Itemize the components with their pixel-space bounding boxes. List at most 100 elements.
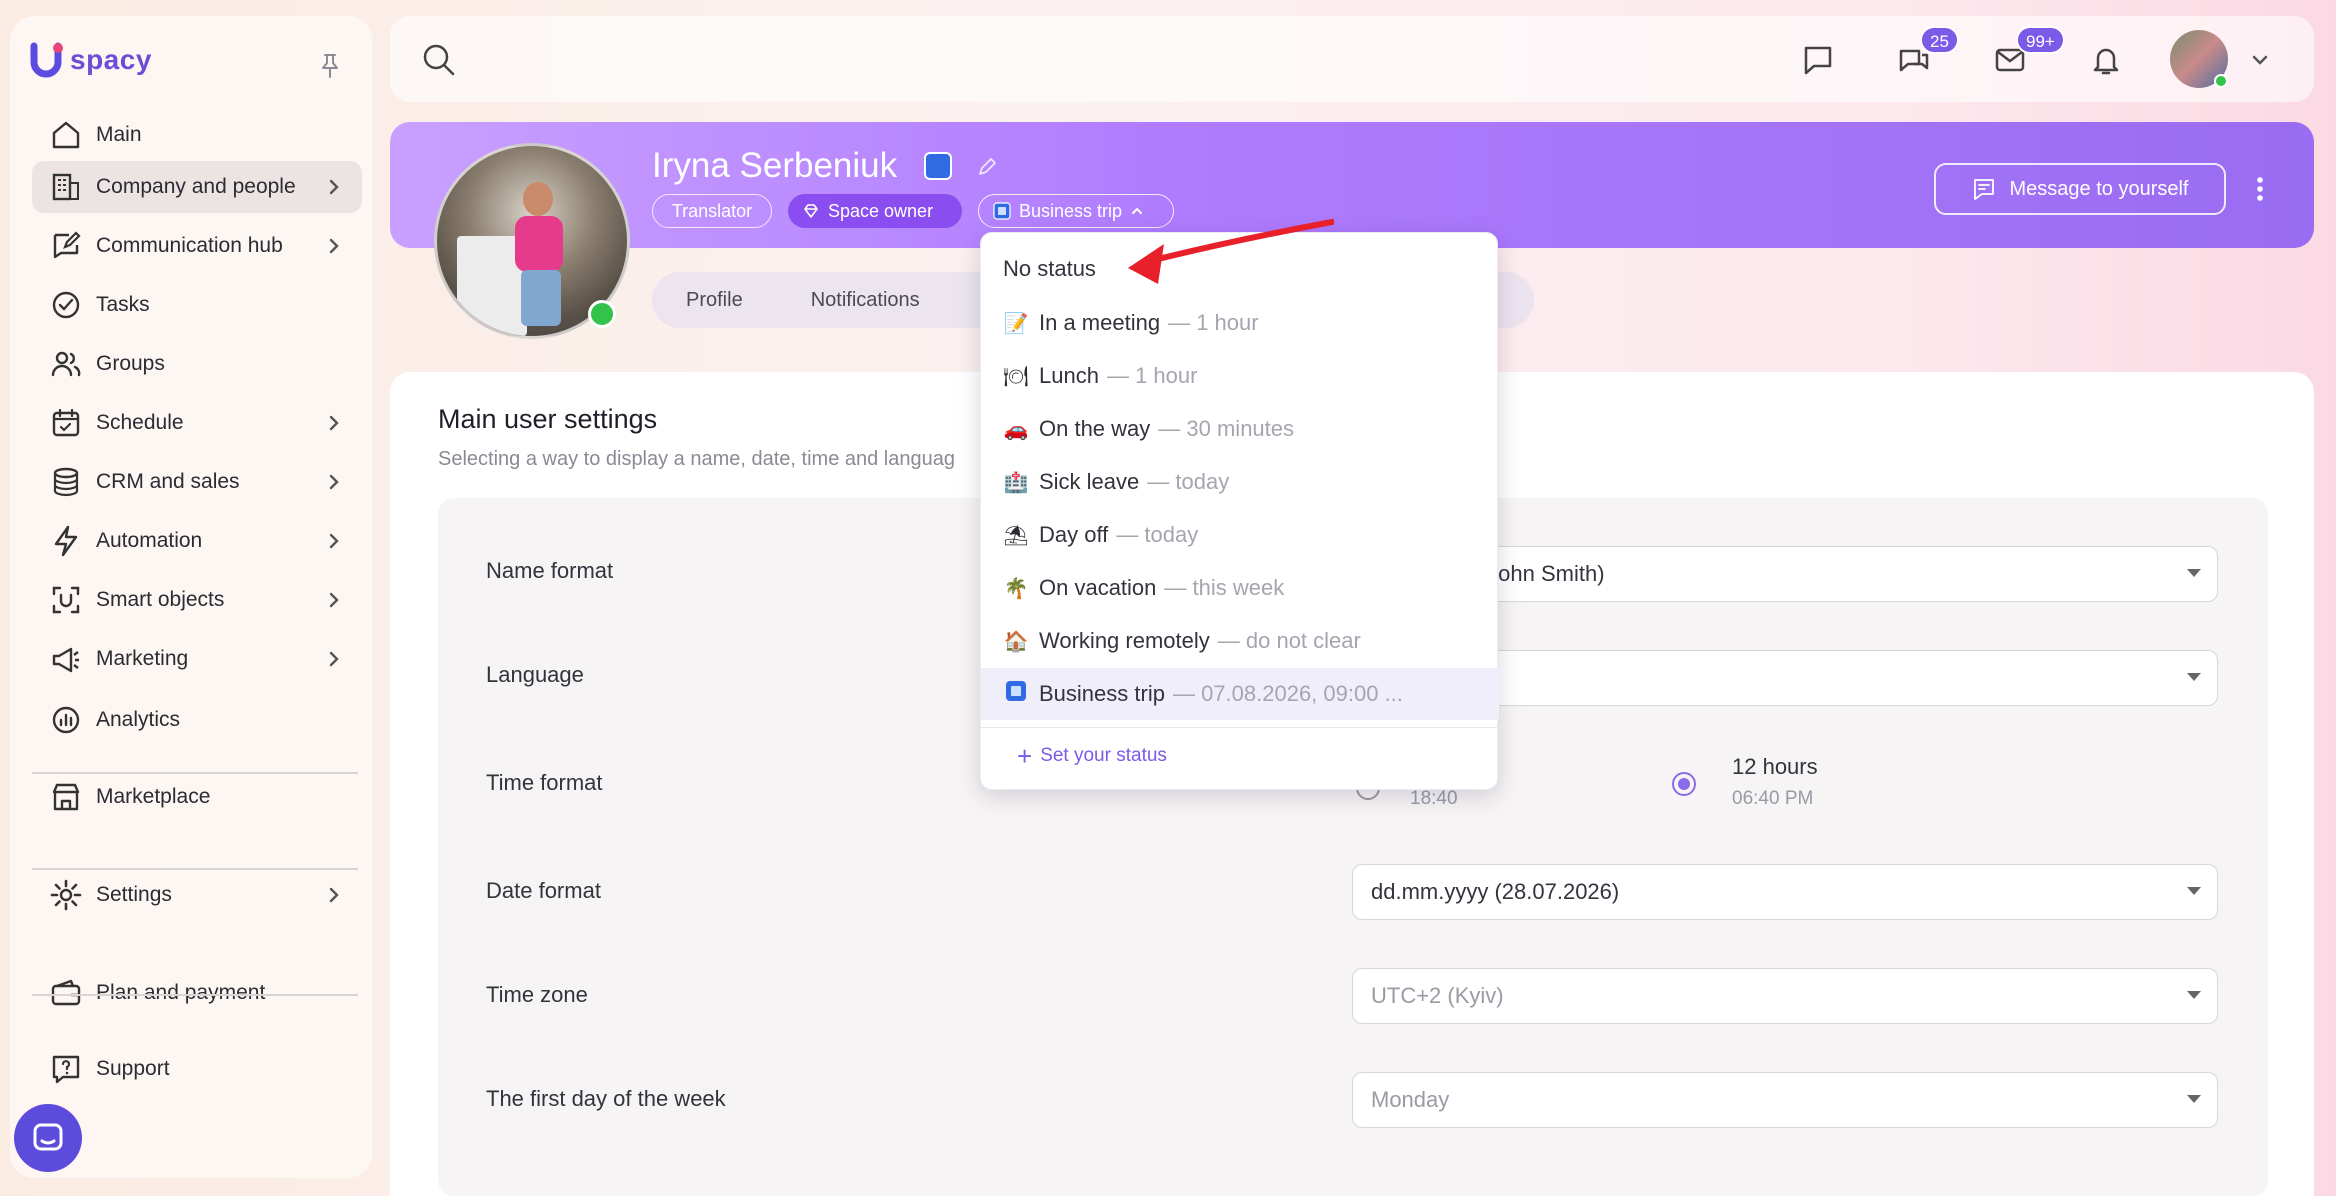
time-format-label: Time format [486,770,603,795]
chart-icon [48,702,84,738]
set-status-label: Set your status [1040,745,1167,766]
comment-icon[interactable] [1798,40,1838,80]
sidebar-item-tasks[interactable]: Tasks [32,279,362,331]
chevron-right-icon [322,883,346,907]
pencil-icon[interactable] [976,156,998,178]
sidebar-item-communication-hub[interactable]: Communication hub [32,220,362,272]
owner-tag: Space owner [788,194,962,228]
date-format-value: dd.mm.yyyy (28.07.2026) [1371,879,1620,904]
support-chat-button[interactable] [14,1104,82,1172]
language-label: Language [486,662,584,687]
sidebar-item-label: Settings [96,883,172,906]
sidebar-item-main[interactable]: Main [32,109,362,161]
sidebar-item-label: Tasks [96,293,150,316]
set-status-button[interactable]: + Set your status [1017,743,1167,769]
sidebar-item-support[interactable]: Support [32,1043,362,1095]
sidebar-item-marketing[interactable]: Marketing [32,633,362,685]
gear-icon [48,877,84,913]
chevron-right-icon [322,647,346,671]
sidebar-item-smart-objects[interactable]: Smart objects [32,574,362,626]
status-option-lunch[interactable]: 🍽 Lunch — 1 hour [981,350,1499,402]
sidebar-item-label: Plan and payment [96,981,266,1004]
sidebar-item-marketplace[interactable]: Marketplace [32,771,362,823]
status-option-on-vacation[interactable]: 🌴 On vacation — this week [981,562,1499,614]
status-option-label: In a meeting [1039,310,1161,335]
chevron-down-icon [2187,1095,2201,1103]
status-emoji-icon: 📝 [1003,312,1029,335]
status-option-business-trip[interactable]: Business trip — 07.08.2026, 09:00 ... [981,668,1499,720]
status-emoji-icon: 🍽 [1003,365,1029,388]
chat-widget-icon [33,1123,63,1151]
status-option-in-a-meeting[interactable]: 📝 In a meeting — 1 hour [981,297,1499,349]
status-emoji-icon: 🏥 [1003,471,1029,494]
status-option-label: Business trip [1039,681,1165,706]
sidebar-item-automation[interactable]: Automation [32,515,362,567]
nav-divider [32,772,358,774]
nav-divider [32,994,358,996]
owner-tag-label: Space owner [828,200,934,221]
sidebar-item-analytics[interactable]: Analytics [32,694,362,746]
pin-icon[interactable] [318,52,342,80]
first-day-select[interactable]: Monday [1352,1072,2218,1128]
status-option-duration: — 07.08.2026, 09:00 ... [1172,681,1403,706]
status-option-day-off[interactable]: ⛱ Day off — today [981,509,1499,561]
menu-divider [981,727,1499,728]
status-option-on-the-way[interactable]: 🚗 On the way — 30 minutes [981,403,1499,455]
mail-icon[interactable]: 99+ [1990,26,2065,80]
date-format-label: Date format [486,878,601,903]
status-option-label: Sick leave [1039,469,1140,494]
status-option-duration: — 1 hour [1106,363,1198,388]
chats-icon[interactable]: 25 [1894,26,1959,80]
sidebar-item-groups[interactable]: Groups [32,338,362,390]
name-format-label: Name format [486,558,614,583]
sidebar-item-label: Main [96,123,142,146]
sidebar-item-company-and-people[interactable]: Company and people [32,161,362,213]
more-options-icon[interactable] [2254,174,2266,204]
first-day-label: The first day of the week [486,1086,726,1111]
sidebar-item-label: Marketing [96,647,189,670]
status-option-working-remotely[interactable]: 🏠 Working remotely — do not clear [981,615,1499,667]
message-to-yourself-button[interactable]: Message to yourself [1934,163,2226,215]
status-option-label: Day off [1039,522,1109,547]
nav-divider [32,868,358,870]
time-zone-label: Time zone [486,982,588,1007]
date-format-select[interactable]: dd.mm.yyyy (28.07.2026) [1352,864,2218,920]
message-icon [1973,179,1994,200]
sidebar-item-label: Communication hub [96,234,283,257]
chevron-down-icon [2187,673,2201,681]
bell-icon[interactable] [2086,40,2126,80]
diamond-icon [804,204,818,218]
radio-12h[interactable] [1672,772,1696,796]
sidebar-item-crm-and-sales[interactable]: CRM and sales [32,456,362,508]
logo-text: spacy [70,44,152,75]
search-icon[interactable] [422,43,456,77]
status-emoji-icon: 🚗 [1003,418,1029,441]
chats-badge: 25 [1920,26,1959,54]
sidebar-item-label: Smart objects [96,588,225,611]
message-button-label: Message to yourself [2009,177,2189,200]
tab-profile[interactable]: Profile [652,272,777,328]
status-emoji-icon: ⛱ [1003,524,1029,547]
logo[interactable]: spacy [28,38,152,82]
role-tag-label: Translator [671,200,753,221]
status-option-sick-leave[interactable]: 🏥 Sick leave — today [981,456,1499,508]
photo-figure [521,270,561,326]
sidebar-item-schedule[interactable]: Schedule [32,397,362,449]
tab-notifications[interactable]: Notifications [777,272,954,328]
status-option-label: Working remotely [1039,628,1210,653]
status-option-label: No status [1003,256,1096,281]
radio-24h-example: 18:40 [1410,788,1458,809]
home-icon [48,117,84,153]
status-option-duration: — do not clear [1217,628,1361,653]
chevron-down-icon [2187,569,2201,577]
chevron-right-icon [322,234,346,258]
user-avatar[interactable] [2170,30,2228,88]
time-zone-select[interactable]: UTC+2 (Kyiv) [1352,968,2218,1024]
sidebar-item-plan-and-payment[interactable]: Plan and payment [32,967,362,1019]
status-option-label: Lunch [1039,363,1099,388]
radio-12h-example: 06:40 PM [1732,788,1814,809]
chevron-down-icon[interactable] [2248,48,2272,72]
sidebar-item-settings[interactable]: Settings [32,869,362,921]
chevron-right-icon [322,588,346,612]
status-emoji-icon: 🏠 [1003,630,1029,653]
